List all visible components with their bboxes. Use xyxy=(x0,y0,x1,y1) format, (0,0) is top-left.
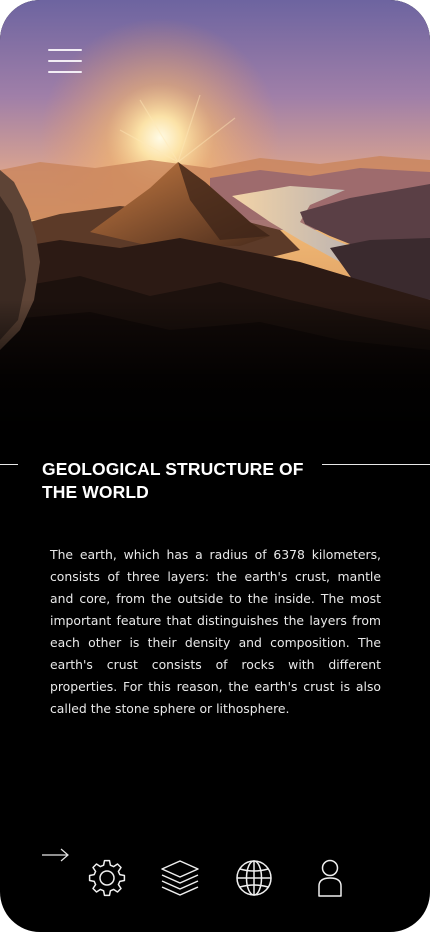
layers-icon[interactable] xyxy=(160,858,200,898)
hamburger-menu-icon[interactable] xyxy=(48,48,84,76)
article-body: The earth, which has a radius of 6378 ki… xyxy=(50,547,381,716)
app-screen: GEOLOGICAL STRUCTURE OF THE WORLD The ea… xyxy=(0,0,430,932)
arrow-right-icon[interactable] xyxy=(41,847,71,863)
gear-icon[interactable] xyxy=(87,858,127,898)
page-title: GEOLOGICAL STRUCTURE OF THE WORLD xyxy=(42,459,304,502)
hero-fade-overlay xyxy=(0,300,430,440)
globe-icon[interactable] xyxy=(234,858,274,898)
user-icon[interactable] xyxy=(310,858,350,898)
title-row: GEOLOGICAL STRUCTURE OF THE WORLD xyxy=(0,458,430,508)
title-divider-right xyxy=(322,464,430,465)
title-divider-left xyxy=(0,464,18,465)
